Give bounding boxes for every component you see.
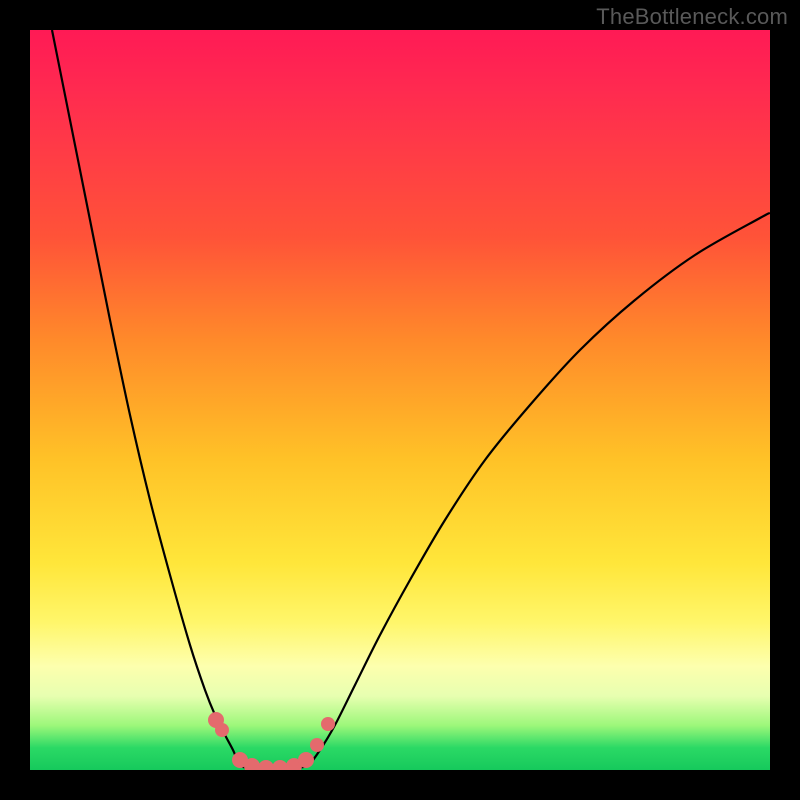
valley-marker [215,723,229,737]
watermark-text: TheBottleneck.com [596,4,788,30]
bottleneck-curve-svg [30,30,770,770]
outer-frame: TheBottleneck.com [0,0,800,800]
valley-marker [310,738,324,752]
bottleneck-curve [52,30,770,769]
plot-area [30,30,770,770]
valley-marker [321,717,335,731]
valley-marker [272,760,288,770]
valley-marker [258,760,274,770]
valley-marker [298,752,314,768]
